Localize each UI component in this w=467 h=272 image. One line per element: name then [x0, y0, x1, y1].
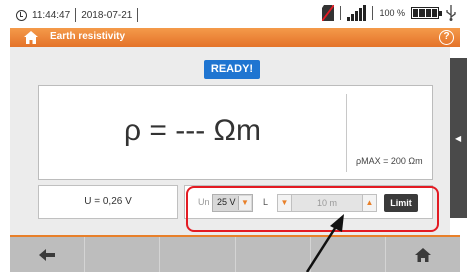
pointer-arrow-icon	[305, 214, 344, 272]
